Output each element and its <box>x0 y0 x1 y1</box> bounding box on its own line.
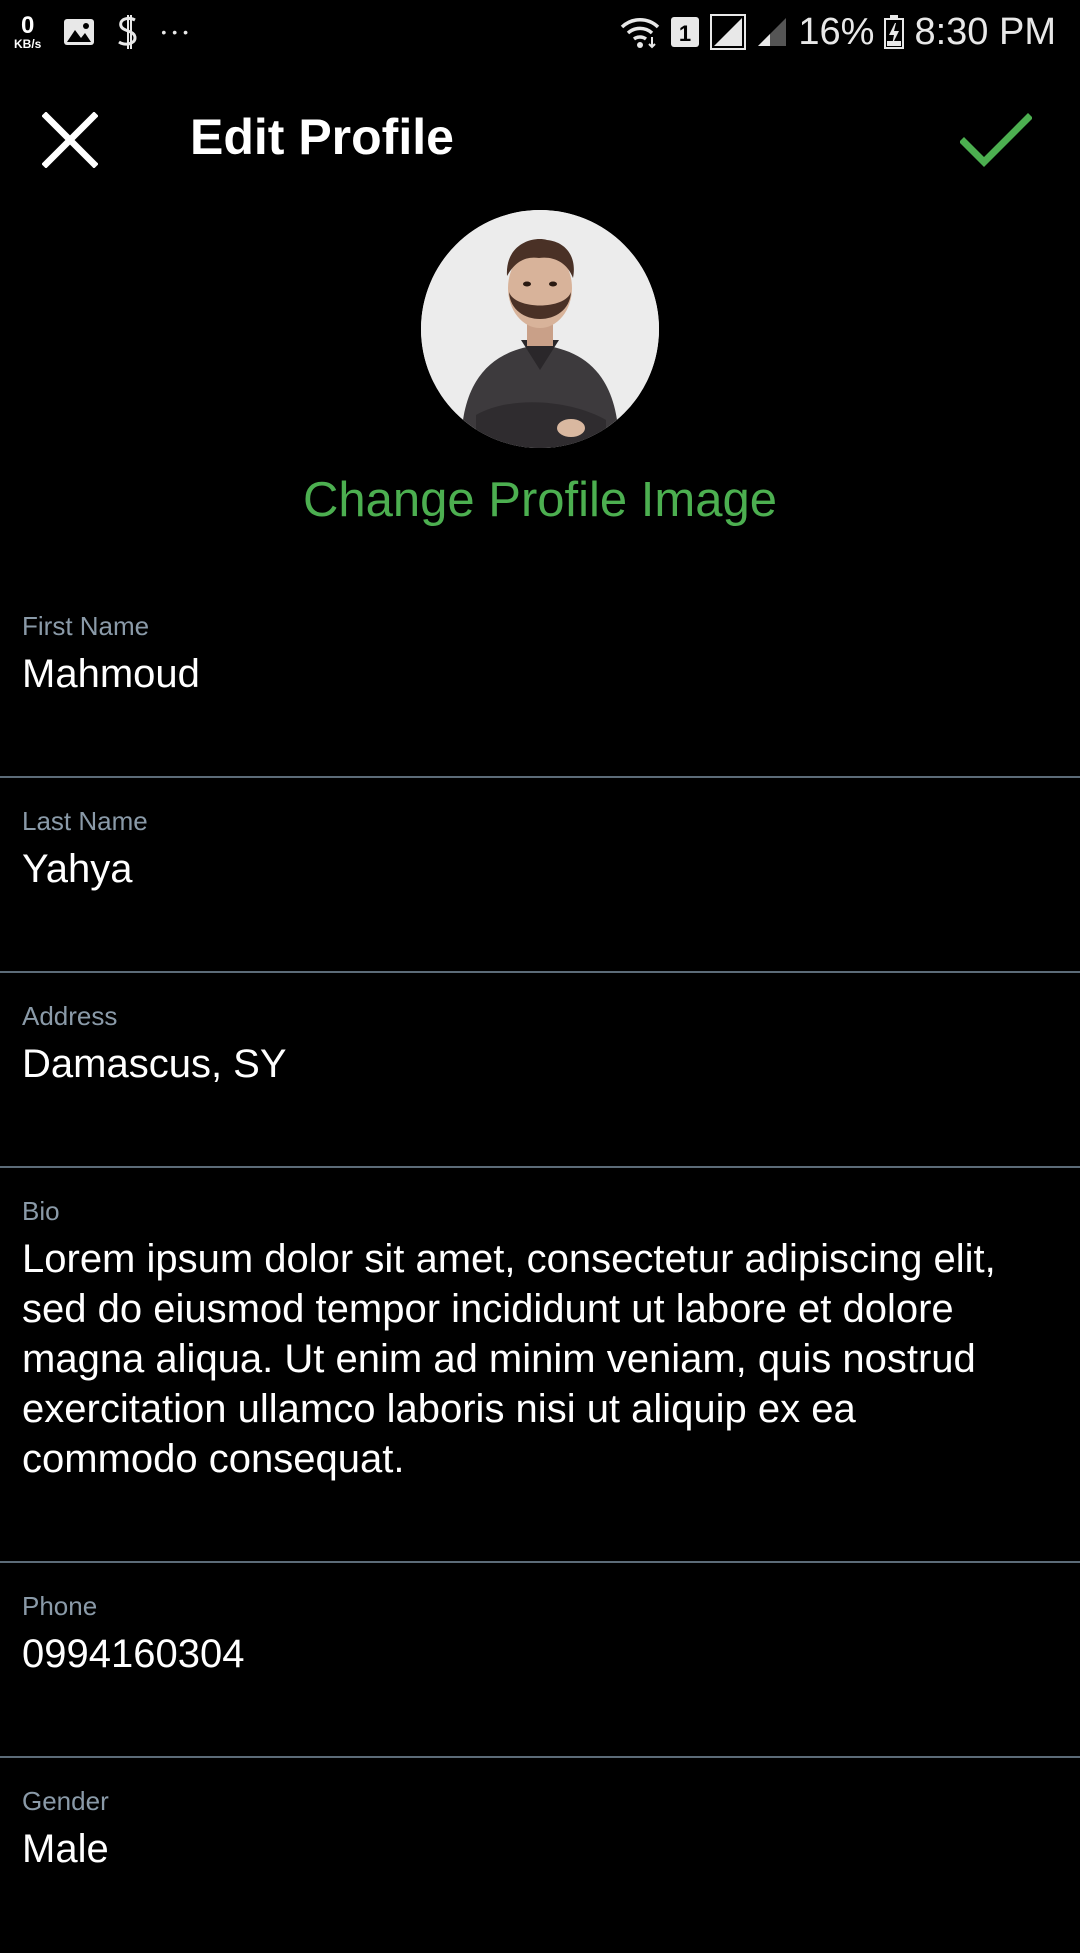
battery-percent: 16% <box>798 10 875 53</box>
gender-label: Gender <box>22 1786 109 1816</box>
app-bar: Edit Profile <box>0 64 1080 212</box>
page-title: Edit Profile <box>190 109 454 165</box>
close-icon <box>42 112 98 168</box>
wifi-icon <box>620 15 660 49</box>
avatar-photo <box>421 210 659 448</box>
profile-image[interactable] <box>421 210 659 448</box>
close-button[interactable] <box>30 100 110 180</box>
network-speed-unit: KB/s <box>14 37 42 51</box>
first-name-label: First Name <box>22 611 150 641</box>
more-dots-icon: ••• <box>161 24 195 40</box>
network-speed: 0 KB/s <box>14 12 42 51</box>
status-bar: 0 KB/s ••• 1 16% 8:30 PM <box>0 0 1080 64</box>
address-label: Address <box>22 1001 118 1031</box>
network-speed-value: 0 <box>20 12 35 39</box>
sim-badge-icon: 1 <box>670 16 700 48</box>
last-name-value[interactable]: Yahya <box>22 844 1042 894</box>
gender-field[interactable]: Gender Male <box>0 1758 1080 1953</box>
address-field[interactable]: Address Damascus, SY <box>0 973 1080 1168</box>
first-name-value[interactable]: Mahmoud <box>22 649 1042 699</box>
status-bar-right: 1 16% 8:30 PM <box>620 11 1066 54</box>
sim-number: 1 <box>679 21 691 46</box>
address-value[interactable]: Damascus, SY <box>22 1039 1042 1089</box>
gender-value[interactable]: Male <box>22 1824 1042 1874</box>
last-name-label: Last Name <box>22 806 148 836</box>
clock: 8:30 PM <box>914 10 1056 53</box>
phone-value[interactable]: 0994160304 <box>22 1629 1042 1679</box>
bio-field[interactable]: Bio Lorem ipsum dolor sit amet, consecte… <box>0 1168 1080 1563</box>
change-profile-image-link[interactable]: Change Profile Image <box>0 472 1080 528</box>
gallery-icon <box>63 18 95 46</box>
first-name-field[interactable]: First Name Mahmoud <box>0 583 1080 778</box>
signal-icon <box>710 14 747 50</box>
battery-icon <box>884 15 905 49</box>
signal-icon <box>756 16 788 48</box>
save-button[interactable] <box>952 96 1040 184</box>
phone-field[interactable]: Phone 0994160304 <box>0 1563 1080 1758</box>
phone-label: Phone <box>22 1591 98 1621</box>
money-app-icon <box>113 14 143 50</box>
profile-form: First Name Mahmoud Last Name Yahya Addre… <box>0 583 1080 1953</box>
bio-value[interactable]: Lorem ipsum dolor sit amet, consectetur … <box>22 1234 1042 1484</box>
last-name-field[interactable]: Last Name Yahya <box>0 778 1080 973</box>
checkmark-icon <box>960 113 1032 167</box>
status-bar-left: 0 KB/s ••• <box>14 12 212 51</box>
bio-label: Bio <box>22 1196 60 1226</box>
